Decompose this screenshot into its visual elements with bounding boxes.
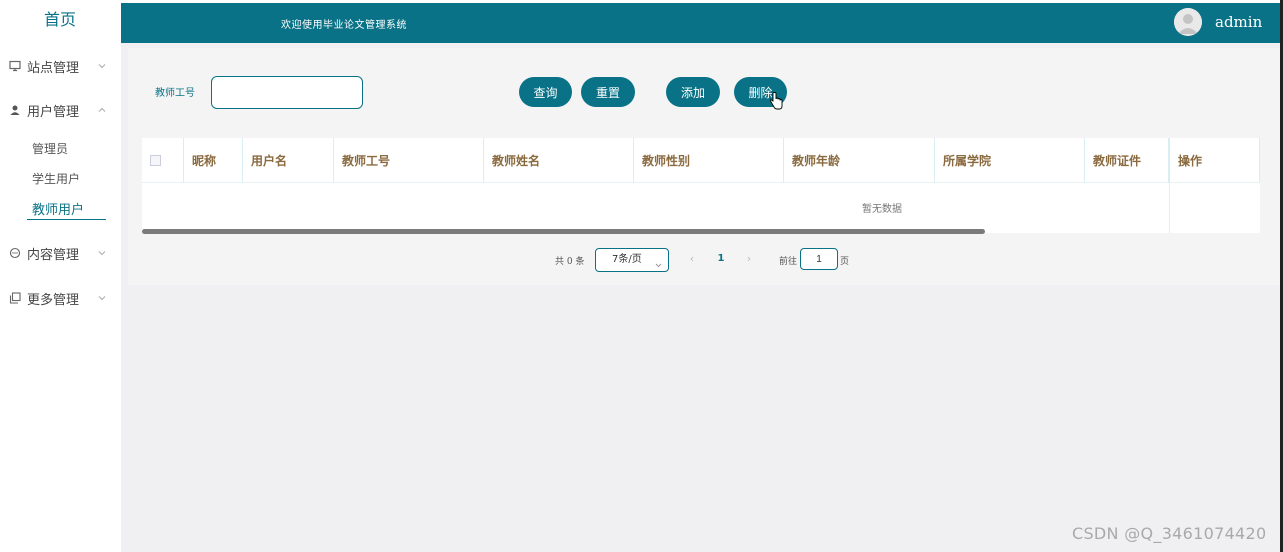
submenu-teacher-users[interactable]: 教师用户 — [32, 199, 84, 218]
hand-cursor-icon — [769, 92, 783, 110]
horizontal-scrollbar[interactable] — [142, 229, 985, 234]
active-indicator — [27, 219, 106, 220]
menu-label: 内容管理 — [27, 247, 80, 263]
column-header: 操作 — [1169, 138, 1260, 183]
sidebar: 首页 站点管理 用户管理 管理员 学生用户 教师用户 内容管理 更多管理 — [0, 0, 120, 552]
page-number-current[interactable]: 1 — [708, 248, 734, 270]
column-teacher-id: 教师工号 — [342, 153, 391, 168]
home-link[interactable]: 首页 — [0, 0, 120, 40]
copy-icon — [9, 292, 21, 304]
prev-page-button[interactable]: ‹ — [681, 248, 703, 270]
top-header: 欢迎使用毕业论文管理系统 admin — [121, 3, 1280, 43]
chevron-down-icon — [655, 256, 662, 268]
chevron-up-icon — [98, 103, 106, 112]
column-header: 教师工号 — [334, 138, 484, 183]
page-size-value: 7条/页 — [612, 254, 642, 265]
column-teacher-name: 教师姓名 — [492, 153, 541, 168]
column-college: 所属学院 — [943, 153, 992, 168]
goto-page-input[interactable] — [800, 248, 838, 270]
search-label: 教师工号 — [155, 88, 195, 99]
menu-user-management[interactable]: 用户管理 — [0, 99, 120, 121]
column-header: 教师证件 — [1085, 138, 1169, 183]
empty-data-text: 暂无数据 — [862, 204, 902, 215]
welcome-text: 欢迎使用毕业论文管理系统 — [281, 20, 407, 31]
teacher-table: 昵称 用户名 教师工号 教师姓名 教师性别 教师年龄 所属学院 教师证件 操作 … — [142, 138, 1260, 235]
reset-button[interactable]: 重置 — [581, 77, 635, 107]
column-teacher-certificate: 教师证件 — [1093, 153, 1142, 168]
chevron-down-icon — [98, 291, 106, 301]
page-size-select[interactable]: 7条/页 — [595, 248, 669, 272]
menu-site-management[interactable]: 站点管理 — [0, 55, 120, 77]
main-area — [121, 43, 1280, 552]
column-header: 昵称 — [184, 138, 243, 183]
username[interactable]: admin — [1215, 13, 1262, 31]
submenu-student-users[interactable]: 学生用户 — [32, 170, 80, 187]
pagination-total: 共 0 条 — [555, 257, 585, 267]
menu-label: 站点管理 — [27, 60, 80, 76]
fixed-actions-column — [1169, 183, 1260, 235]
goto-label: 前往 — [779, 257, 798, 267]
page-suffix-label: 页 — [840, 257, 850, 267]
column-header: 所属学院 — [935, 138, 1085, 183]
column-actions: 操作 — [1178, 153, 1203, 168]
column-nickname: 昵称 — [192, 153, 217, 168]
next-page-button[interactable]: › — [738, 248, 760, 270]
chevron-down-icon — [98, 59, 106, 69]
submenu-admin[interactable]: 管理员 — [32, 140, 68, 157]
column-teacher-age: 教师年龄 — [792, 153, 841, 168]
column-header: 教师性别 — [634, 138, 784, 183]
chat-icon — [9, 247, 21, 259]
column-header: 教师姓名 — [484, 138, 634, 183]
add-button[interactable]: 添加 — [666, 77, 720, 107]
top-edge — [121, 0, 1283, 3]
teacher-id-search-input[interactable] — [211, 76, 363, 109]
column-header: 用户名 — [243, 138, 334, 183]
monitor-icon — [9, 60, 21, 72]
menu-label: 用户管理 — [27, 104, 80, 120]
select-all-header — [142, 138, 184, 183]
menu-content-management[interactable]: 内容管理 — [0, 242, 120, 264]
column-header: 教师年龄 — [784, 138, 935, 183]
menu-more-management[interactable]: 更多管理 — [0, 287, 120, 309]
column-teacher-gender: 教师性别 — [642, 153, 691, 168]
column-username: 用户名 — [251, 153, 288, 168]
watermark-text: CSDN @Q_3461074420 — [1072, 524, 1267, 543]
avatar[interactable] — [1174, 8, 1202, 36]
select-all-checkbox[interactable] — [150, 155, 161, 166]
query-button[interactable]: 查询 — [519, 77, 572, 107]
menu-label: 更多管理 — [27, 292, 80, 308]
chevron-down-icon — [98, 246, 106, 256]
user-icon — [9, 104, 21, 116]
